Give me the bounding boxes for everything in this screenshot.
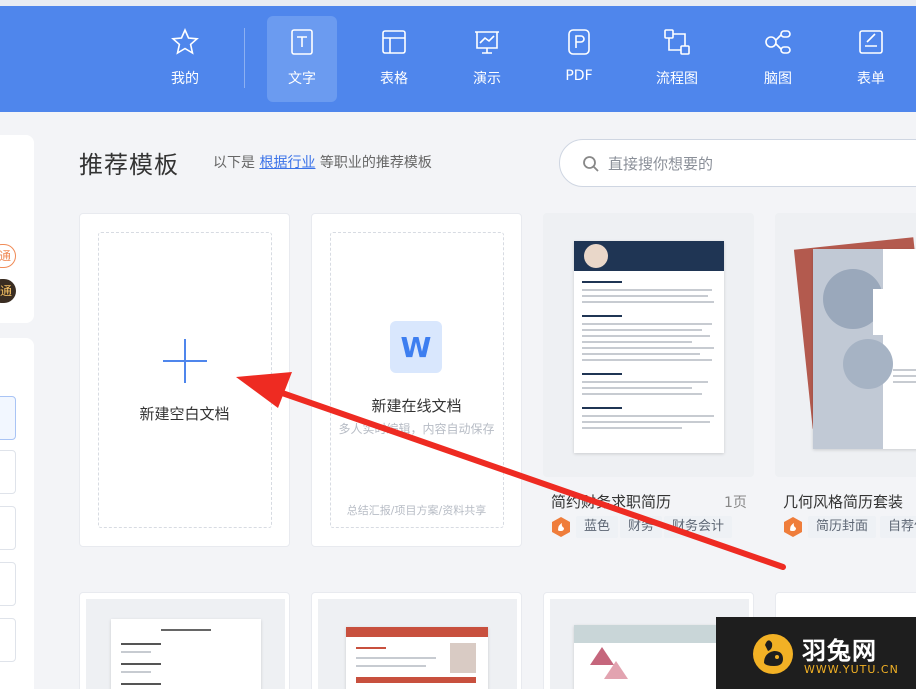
presentation-icon <box>475 31 499 54</box>
template-name[interactable]: 简约财务求职简历 <box>551 491 671 512</box>
rabbit-logo-icon <box>753 634 793 674</box>
template-tag[interactable]: 简历封面 <box>808 516 877 538</box>
template-card[interactable]: 几何风格简历套装 简历封面 自荐信 <box>775 213 916 547</box>
new-online-doc-label: 新建在线文档 <box>371 397 462 415</box>
hot-badge-icon <box>552 517 570 537</box>
sidebar-item[interactable] <box>0 562 16 606</box>
industry-link[interactable]: 根据行业 <box>259 155 315 171</box>
hot-badge-icon <box>784 517 802 537</box>
form-icon <box>859 30 883 54</box>
subtitle-suffix: 等职业的推荐模板 <box>319 155 432 171</box>
flowchart-icon <box>664 29 690 55</box>
sidebar-item[interactable] <box>0 618 16 662</box>
new-blank-doc-card[interactable]: 新建空白文档 <box>79 213 290 547</box>
resume-preview <box>574 241 724 453</box>
template-tag[interactable]: 蓝色 <box>576 516 619 538</box>
template-thumbnail[interactable] <box>775 213 916 477</box>
template-name[interactable]: 几何风格简历套装 <box>783 491 903 512</box>
nav-text[interactable]: 文字 <box>267 16 337 102</box>
nav-label: 表单 <box>857 71 885 87</box>
nav-label: 文字 <box>288 71 316 87</box>
template-card[interactable]: 简约财务求职简历 1页 蓝色 财务 财务会计 <box>543 213 754 547</box>
nav-flowchart[interactable]: 流程图 <box>642 16 712 102</box>
watermark-brand: 羽兔网 <box>802 637 877 665</box>
nav-label: 表格 <box>380 71 408 87</box>
template-thumbnail[interactable] <box>318 599 517 689</box>
resume-preview <box>574 625 724 689</box>
nav-label: 演示 <box>473 71 501 87</box>
nav-label: 我的 <box>171 71 199 87</box>
mindmap-icon <box>765 30 791 54</box>
template-tag[interactable]: 财务会计 <box>664 516 733 538</box>
sidebar-item[interactable] <box>0 506 16 550</box>
document-icon <box>291 29 313 55</box>
nav-table[interactable]: 表格 <box>359 16 429 102</box>
new-online-doc-footer: 总结汇报/项目方案/资料共享 <box>346 504 487 517</box>
page-subtitle: 以下是 根据行业 等职业的推荐模板 <box>213 152 432 172</box>
watermark-url: WWW.YUTU.CN <box>804 663 899 676</box>
search-box[interactable] <box>559 139 916 187</box>
template-tag[interactable]: 财务 <box>620 516 663 538</box>
w-doc-icon: W <box>390 321 442 373</box>
nav-label: PDF <box>565 68 593 84</box>
template-thumbnail[interactable] <box>543 213 754 477</box>
table-icon <box>382 30 406 54</box>
new-blank-doc-label: 新建空白文档 <box>139 405 230 423</box>
star-icon <box>171 28 199 55</box>
template-thumbnail[interactable] <box>86 599 285 689</box>
template-tag[interactable]: 自荐信 <box>880 516 916 538</box>
resume-avatar <box>584 244 608 268</box>
nav-form[interactable]: 表单 <box>836 16 906 102</box>
new-online-doc-hint: 多人实时编辑，内容自动保存 <box>338 422 495 436</box>
nav-pdf[interactable]: PDF <box>544 16 614 102</box>
resume-title-box <box>873 289 916 335</box>
nav-separator <box>244 28 245 88</box>
search-icon <box>583 156 599 172</box>
template-card[interactable] <box>79 592 290 689</box>
page-title: 推荐模板 <box>79 151 179 179</box>
plus-icon <box>163 339 207 383</box>
watermark: 羽兔网 WWW.YUTU.CN <box>716 617 916 689</box>
resume-preview <box>346 627 488 689</box>
dashed-frame <box>330 232 504 528</box>
sidebar-item[interactable] <box>0 450 16 494</box>
nav-mindmap[interactable]: 脑图 <box>743 16 813 102</box>
resume-preview <box>813 249 916 449</box>
sidebar-item[interactable] <box>0 396 16 440</box>
search-input[interactable] <box>608 152 908 176</box>
top-toolbar: 我的 文字 表格 演示 PDF 流程图 脑图 表单 <box>0 0 916 112</box>
subtitle-prefix: 以下是 <box>213 155 255 171</box>
template-card[interactable] <box>311 592 522 689</box>
nav-my[interactable]: 我的 <box>150 16 220 102</box>
pdf-icon <box>568 29 590 55</box>
new-online-doc-card[interactable]: W 新建在线文档 多人实时编辑，内容自动保存 总结汇报/项目方案/资料共享 <box>311 213 522 547</box>
doc-preview <box>111 619 261 689</box>
nav-label: 脑图 <box>764 71 792 87</box>
template-pages: 1页 <box>724 495 747 511</box>
sidebar-list-panel <box>0 338 34 689</box>
nav-label: 流程图 <box>656 71 698 87</box>
nav-presentation[interactable]: 演示 <box>452 16 522 102</box>
